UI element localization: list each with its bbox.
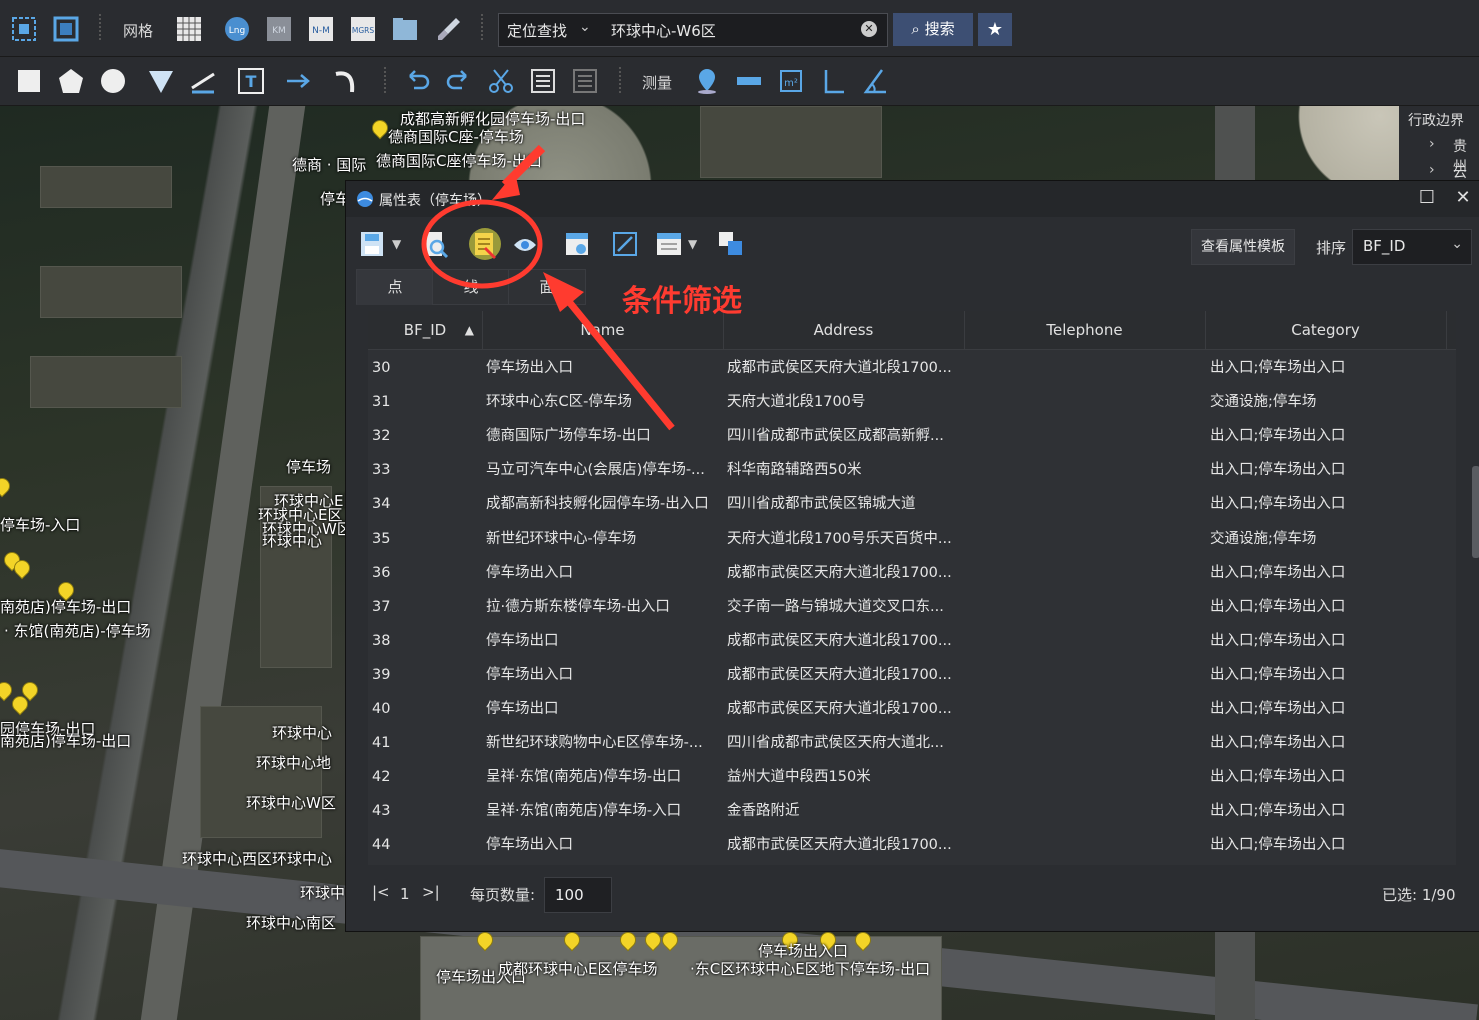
condition-filter-annotation: 条件筛选 (622, 284, 742, 319)
annotation-overlay (421, 144, 675, 431)
arrow-head (492, 172, 520, 200)
arrow-head (543, 272, 584, 312)
highlight-circle (421, 199, 543, 289)
